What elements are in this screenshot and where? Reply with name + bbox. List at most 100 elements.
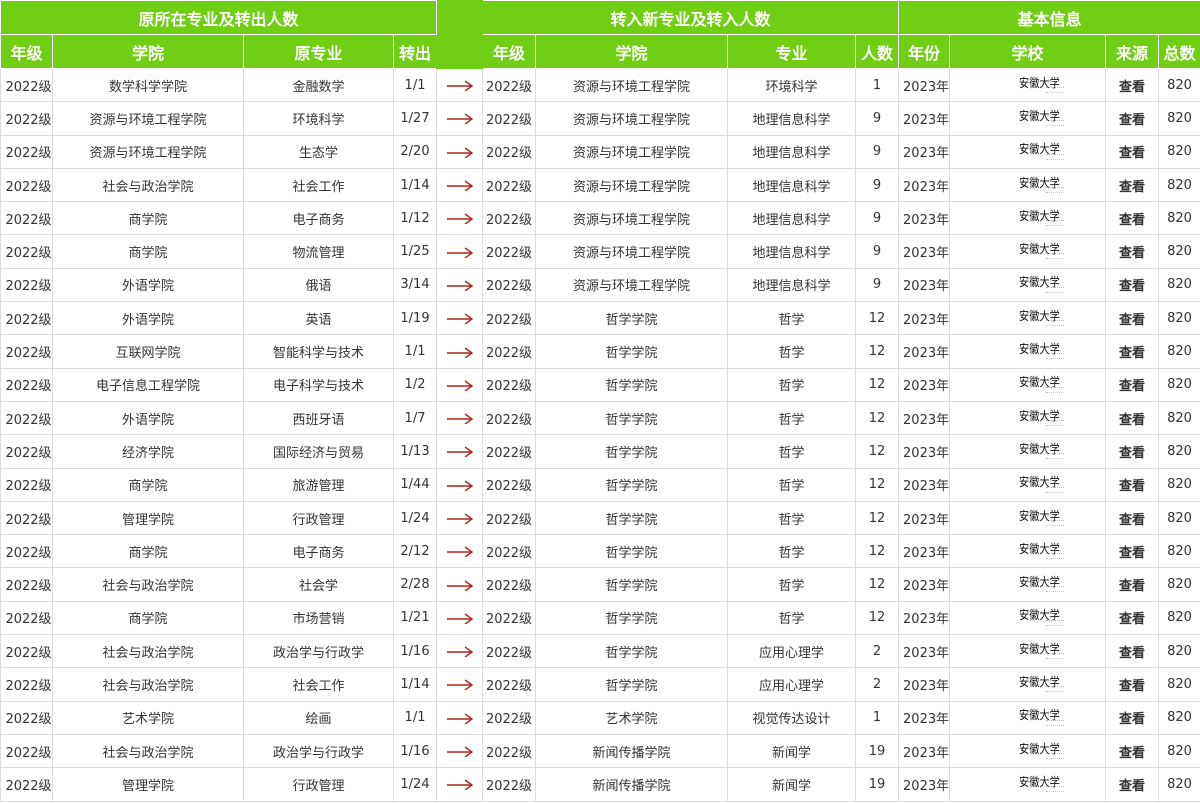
orig-college-cell: 管理学院 <box>52 500 244 536</box>
arrow-cell <box>436 167 484 203</box>
table-body: 2022级 数学科学学院 金融数学 1/1 2022级 资源与环境工程学院 环境科学 1 202… <box>0 67 1200 802</box>
new-grade-cell: 2022级 <box>482 767 537 802</box>
table-row: 2022级 外语学院 西班牙语 1/7 2022级 哲学学院 哲学 12 2023年 安徽大学 查看… <box>0 400 1200 436</box>
school-cell: 安徽大学 <box>949 434 1107 469</box>
arrow-cell <box>436 500 484 536</box>
total-cell: 820 <box>1158 600 1200 636</box>
orig-college-cell: 商学院 <box>52 467 244 502</box>
school-cell: 安徽大学 <box>949 767 1107 802</box>
source-link[interactable]: 查看 <box>1105 400 1160 436</box>
table-row: 2022级 电子信息工程学院 电子科学与技术 1/2 2022级 哲学学院 哲学 12 2023… <box>0 367 1200 402</box>
out-count-cell: 1/12 <box>392 201 438 236</box>
arrow-cell <box>436 367 484 402</box>
total-cell: 820 <box>1158 301 1200 336</box>
right-arrow-icon <box>446 580 473 591</box>
arrow-cell <box>436 400 484 436</box>
new-college-cell: 资源与环境工程学院 <box>535 267 729 303</box>
stamp-mark-icon <box>1046 87 1065 93</box>
new-major-cell: 地理信息科学 <box>727 101 857 136</box>
year-cell: 2023年 <box>898 534 951 569</box>
year-cell: 2023年 <box>898 500 951 536</box>
stamp-mark-icon <box>1046 419 1065 426</box>
orig-grade-cell: 2022级 <box>0 201 53 236</box>
source-link[interactable]: 查看 <box>1105 634 1160 669</box>
new-college-cell: 资源与环境工程学院 <box>535 67 729 103</box>
col-grade-header: 年级 <box>0 34 53 69</box>
new-major-cell: 哲学 <box>727 367 857 402</box>
orig-college-cell: 资源与环境工程学院 <box>52 101 244 136</box>
source-link[interactable]: 查看 <box>1105 567 1160 602</box>
source-link[interactable]: 查看 <box>1105 534 1160 569</box>
new-grade-cell: 2022级 <box>482 234 537 269</box>
new-college-cell: 艺术学院 <box>535 700 729 735</box>
new-grade-cell: 2022级 <box>482 400 537 436</box>
new-grade-cell: 2022级 <box>482 367 537 402</box>
arrow-cell <box>436 634 484 669</box>
orig-grade-cell: 2022级 <box>0 134 53 169</box>
out-count-cell: 1/24 <box>392 500 438 536</box>
source-link[interactable]: 查看 <box>1105 334 1160 369</box>
year-cell: 2023年 <box>898 634 951 669</box>
col-orig-major-header: 原专业 <box>243 34 394 69</box>
table-row: 2022级 资源与环境工程学院 生态学 2/20 2022级 资源与环境工程学院 地理信息科… <box>0 134 1200 169</box>
source-link[interactable]: 查看 <box>1105 267 1160 303</box>
new-college-cell: 哲学学院 <box>535 567 729 602</box>
source-link[interactable]: 查看 <box>1105 167 1160 203</box>
stamp-mark-icon <box>1046 786 1065 793</box>
new-major-cell: 哲学 <box>727 467 857 502</box>
new-college-cell: 新闻传播学院 <box>535 733 729 769</box>
source-link[interactable]: 查看 <box>1105 434 1160 469</box>
new-college-cell: 哲学学院 <box>535 400 729 436</box>
orig-college-cell: 外语学院 <box>52 301 244 336</box>
orig-major-cell: 行政管理 <box>243 500 394 536</box>
orig-grade-cell: 2022级 <box>0 700 53 735</box>
source-link[interactable]: 查看 <box>1105 667 1160 702</box>
orig-major-cell: 环境科学 <box>243 101 394 136</box>
out-count-cell: 1/21 <box>392 600 438 636</box>
total-cell: 820 <box>1158 634 1200 669</box>
source-link[interactable]: 查看 <box>1105 301 1160 336</box>
new-major-cell: 哲学 <box>727 500 857 536</box>
source-link[interactable]: 查看 <box>1105 201 1160 236</box>
source-link[interactable]: 查看 <box>1105 767 1160 802</box>
total-cell: 820 <box>1158 234 1200 269</box>
stamp-mark-icon <box>1046 519 1065 526</box>
orig-college-cell: 商学院 <box>52 234 244 269</box>
new-grade-cell: 2022级 <box>482 700 537 735</box>
in-count-cell: 12 <box>855 467 900 502</box>
new-grade-cell: 2022级 <box>482 134 537 169</box>
arrow-cell <box>436 201 484 236</box>
new-major-cell: 应用心理学 <box>727 634 857 669</box>
total-cell: 820 <box>1158 67 1200 103</box>
table-row: 2022级 商学院 旅游管理 1/44 2022级 哲学学院 哲学 12 2023年 安徽大学 查看… <box>0 467 1200 502</box>
source-link[interactable]: 查看 <box>1105 134 1160 169</box>
table-row: 2022级 管理学院 行政管理 1/24 2022级 新闻传播学院 新闻学 19 2023年 安徽… <box>0 767 1200 802</box>
orig-major-cell: 金融数学 <box>243 67 394 103</box>
orig-grade-cell: 2022级 <box>0 167 53 203</box>
new-major-cell: 视觉传达设计 <box>727 700 857 735</box>
source-link[interactable]: 查看 <box>1105 234 1160 269</box>
new-college-cell: 资源与环境工程学院 <box>535 134 729 169</box>
table-row: 2022级 社会与政治学院 政治学与行政学 1/16 2022级 哲学学院 应用心理学 2 20… <box>0 634 1200 669</box>
source-link[interactable]: 查看 <box>1105 367 1160 402</box>
source-link[interactable]: 查看 <box>1105 467 1160 502</box>
stamp-mark-icon <box>1046 619 1065 626</box>
orig-major-cell: 生态学 <box>243 134 394 169</box>
stamp-mark-icon <box>1046 752 1065 759</box>
school-cell: 安徽大学 <box>949 567 1107 602</box>
right-arrow-icon <box>446 646 473 658</box>
stamp-mark-icon <box>1046 453 1065 460</box>
source-link[interactable]: 查看 <box>1105 67 1160 103</box>
new-grade-cell: 2022级 <box>482 334 537 369</box>
source-link[interactable]: 查看 <box>1105 600 1160 636</box>
new-grade-cell: 2022级 <box>482 534 537 569</box>
year-cell: 2023年 <box>898 767 951 802</box>
out-count-cell: 2/20 <box>392 134 438 169</box>
source-link[interactable]: 查看 <box>1105 500 1160 536</box>
source-link[interactable]: 查看 <box>1105 700 1160 735</box>
orig-college-cell: 商学院 <box>52 534 244 569</box>
school-cell: 安徽大学 <box>949 234 1107 269</box>
source-link[interactable]: 查看 <box>1105 733 1160 769</box>
source-link[interactable]: 查看 <box>1105 101 1160 136</box>
col-college-header: 学院 <box>52 34 244 69</box>
